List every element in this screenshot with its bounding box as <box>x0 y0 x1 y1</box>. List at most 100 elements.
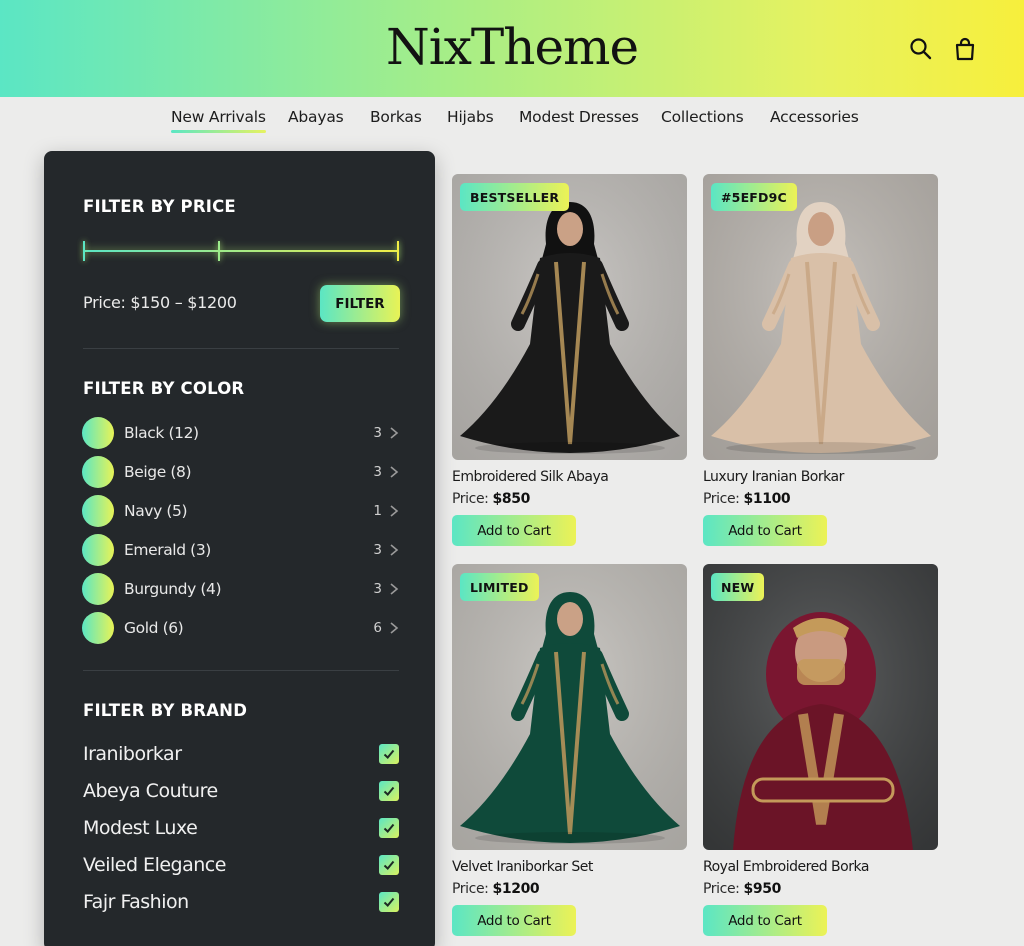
slider-min-handle[interactable] <box>218 241 221 261</box>
product-image[interactable]: #5EFD9C <box>703 174 938 460</box>
brand-filter-option[interactable]: Abeya Couture <box>83 777 399 807</box>
price-prefix: Price: <box>703 881 740 897</box>
checkmark-icon <box>383 786 395 796</box>
brand-checkbox[interactable] <box>379 892 399 912</box>
product-card: NEW Royal Embroidered Borka Price: $950 Add… <box>703 564 938 936</box>
color-option-label: Emerald (3) <box>124 541 211 559</box>
chevron-right-icon <box>390 583 399 595</box>
color-filter-option[interactable]: Burgundy (4) 3 <box>82 573 400 605</box>
price-prefix: Price: <box>452 491 489 507</box>
brand-filter-option[interactable]: Iraniborkar <box>83 740 399 770</box>
color-option-count: 6 <box>373 620 382 636</box>
color-filter-option[interactable]: Gold (6) 6 <box>82 612 400 644</box>
color-swatch <box>82 534 114 566</box>
brand-option-label: Modest Luxe <box>83 817 198 839</box>
color-option-label: Black (12) <box>124 424 199 442</box>
color-option-count: 3 <box>373 464 382 480</box>
color-swatch <box>82 456 114 488</box>
nav-modest-dresses[interactable]: Modest Dresses <box>519 108 639 126</box>
product-image[interactable]: BESTSELLER <box>452 174 687 460</box>
site-logo[interactable]: NixTheme <box>0 18 1024 76</box>
slider-max-handle[interactable] <box>397 241 399 261</box>
main-nav: New Arrivals Abayas Borkas Hijabs Modest… <box>0 108 1024 138</box>
color-option-count: 1 <box>373 503 382 519</box>
chevron-right-icon <box>390 466 399 478</box>
add-to-cart-button[interactable]: Add to Cart <box>703 515 827 546</box>
nav-hijabs[interactable]: Hijabs <box>447 108 494 126</box>
brand-checkbox[interactable] <box>379 855 399 875</box>
add-to-cart-button[interactable]: Add to Cart <box>703 905 827 936</box>
chevron-right-icon <box>390 427 399 439</box>
slider-start-marker <box>83 241 85 261</box>
color-swatch <box>82 612 114 644</box>
search-icon[interactable] <box>908 36 934 62</box>
nav-collections[interactable]: Collections <box>661 108 744 126</box>
product-card: #5EFD9C Luxury Iranian Borkar Price: $1100… <box>703 174 938 546</box>
color-filter-option[interactable]: Navy (5) 1 <box>82 495 400 527</box>
product-price: Price: $1100 <box>703 491 791 507</box>
color-option-count: 3 <box>373 542 382 558</box>
filter-button[interactable]: FILTER <box>320 285 400 322</box>
color-filter-option[interactable]: Black (12) 3 <box>82 417 400 449</box>
product-photo <box>703 174 938 460</box>
product-name[interactable]: Royal Embroidered Borka <box>703 859 869 875</box>
product-name[interactable]: Luxury Iranian Borkar <box>703 469 844 485</box>
divider <box>83 348 399 349</box>
price-range-slider[interactable] <box>83 239 401 263</box>
color-option-count: 3 <box>373 425 382 441</box>
add-to-cart-button[interactable]: Add to Cart <box>452 515 576 546</box>
color-option-label: Burgundy (4) <box>124 580 222 598</box>
chevron-right-icon <box>390 544 399 556</box>
brand-filter-option[interactable]: Fajr Fashion <box>83 888 399 918</box>
product-card: BESTSELLER Embroidered Silk Abaya Price: $… <box>452 174 687 546</box>
color-filter-option[interactable]: Beige (8) 3 <box>82 456 400 488</box>
product-photo <box>703 564 938 850</box>
color-filter-option[interactable]: Emerald (3) 3 <box>82 534 400 566</box>
price-value: $1200 <box>492 881 540 897</box>
site-header: NixTheme <box>0 0 1024 97</box>
nav-new-arrivals[interactable]: New Arrivals <box>171 108 266 133</box>
product-badge: BESTSELLER <box>460 183 570 211</box>
product-name[interactable]: Velvet Iraniborkar Set <box>452 859 593 875</box>
product-price: Price: $950 <box>703 881 781 897</box>
color-option-label: Beige (8) <box>124 463 192 481</box>
filter-sidebar: FILTER BY PRICE Price: $150 – $1200 FILT… <box>44 151 435 946</box>
product-card: LIMITED Velvet Iraniborkar Set Price: $120… <box>452 564 687 936</box>
price-prefix: Price: <box>452 881 489 897</box>
chevron-right-icon <box>390 505 399 517</box>
product-badge: NEW <box>711 573 765 601</box>
product-image[interactable]: NEW <box>703 564 938 850</box>
brand-option-label: Iraniborkar <box>83 743 182 765</box>
brand-checkbox[interactable] <box>379 744 399 764</box>
nav-abayas[interactable]: Abayas <box>288 108 344 126</box>
add-to-cart-button[interactable]: Add to Cart <box>452 905 576 936</box>
price-prefix: Price: <box>703 491 740 507</box>
nav-borkas[interactable]: Borkas <box>370 108 422 126</box>
price-value: $1100 <box>743 491 791 507</box>
price-value: $850 <box>492 491 531 507</box>
price-value: $950 <box>743 881 782 897</box>
checkmark-icon <box>383 897 395 907</box>
product-badge: LIMITED <box>460 573 539 601</box>
product-photo <box>452 174 687 460</box>
shopping-bag-icon[interactable] <box>952 36 978 62</box>
brand-checkbox[interactable] <box>379 781 399 801</box>
brand-filter-option[interactable]: Modest Luxe <box>83 814 399 844</box>
chevron-right-icon <box>390 622 399 634</box>
nav-accessories[interactable]: Accessories <box>770 108 859 126</box>
price-filter-heading: FILTER BY PRICE <box>83 197 236 216</box>
brand-option-label: Fajr Fashion <box>83 891 189 913</box>
product-name[interactable]: Embroidered Silk Abaya <box>452 469 609 485</box>
color-option-count: 3 <box>373 581 382 597</box>
checkmark-icon <box>383 823 395 833</box>
color-filter-heading: FILTER BY COLOR <box>83 379 245 398</box>
brand-option-label: Veiled Elegance <box>83 854 226 876</box>
checkmark-icon <box>383 860 395 870</box>
color-swatch <box>82 495 114 527</box>
price-range-label: Price: $150 – $1200 <box>83 293 237 312</box>
brand-option-label: Abeya Couture <box>83 780 218 802</box>
brand-filter-option[interactable]: Veiled Elegance <box>83 851 399 881</box>
product-image[interactable]: LIMITED <box>452 564 687 850</box>
color-option-label: Navy (5) <box>124 502 188 520</box>
brand-checkbox[interactable] <box>379 818 399 838</box>
